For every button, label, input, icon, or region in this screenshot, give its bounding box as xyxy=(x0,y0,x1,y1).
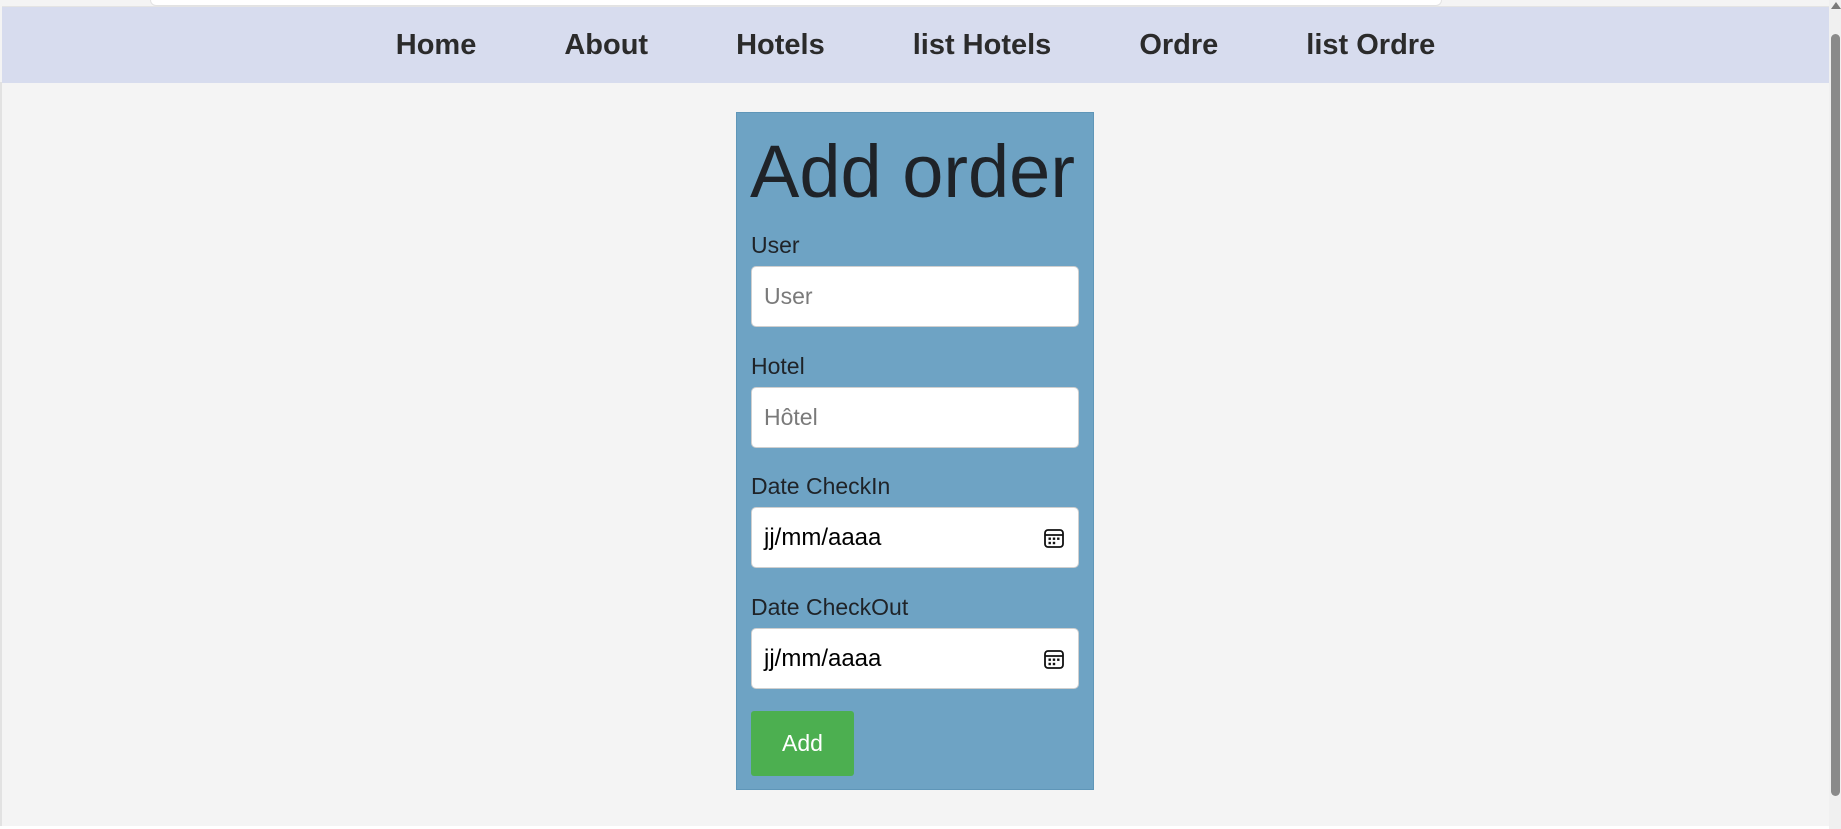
checkout-date-input[interactable]: jj/mm/aaaa xyxy=(751,628,1079,689)
form-title: Add order xyxy=(750,130,1075,213)
nav-link-ordre[interactable]: Ordre xyxy=(1139,29,1218,62)
add-order-form: Add order User Hotel Date CheckIn jj/mm/… xyxy=(736,112,1094,790)
page-left-edge xyxy=(0,82,2,829)
checkin-date-value: jj/mm/aaaa xyxy=(764,523,882,551)
vertical-scrollbar[interactable] xyxy=(1829,0,1841,829)
user-label: User xyxy=(751,232,800,258)
nav-link-list-hotels[interactable]: list Hotels xyxy=(913,29,1052,62)
checkin-label: Date CheckIn xyxy=(751,473,891,499)
hotel-label: Hotel xyxy=(751,353,805,379)
nav-links: Home About Hotels list Hotels Ordre list… xyxy=(2,7,1829,83)
nav-link-home[interactable]: Home xyxy=(396,29,477,62)
nav-link-hotels[interactable]: Hotels xyxy=(736,29,825,62)
scrollbar-thumb[interactable] xyxy=(1831,34,1840,796)
calendar-icon[interactable] xyxy=(1042,526,1066,550)
user-input[interactable] xyxy=(751,266,1079,327)
nav-link-list-ordre[interactable]: list Ordre xyxy=(1306,29,1435,62)
scroll-up-arrow-icon[interactable] xyxy=(1831,2,1841,9)
add-button[interactable]: Add xyxy=(751,711,854,776)
calendar-icon[interactable] xyxy=(1042,647,1066,671)
hotel-input[interactable] xyxy=(751,387,1079,448)
nav-link-about[interactable]: About xyxy=(564,29,648,62)
checkout-date-value: jj/mm/aaaa xyxy=(764,644,882,672)
checkout-label: Date CheckOut xyxy=(751,594,909,620)
top-navbar: Home About Hotels list Hotels Ordre list… xyxy=(2,6,1829,83)
page-viewport: Home About Hotels list Hotels Ordre list… xyxy=(0,0,1841,829)
checkin-date-input[interactable]: jj/mm/aaaa xyxy=(751,507,1079,568)
